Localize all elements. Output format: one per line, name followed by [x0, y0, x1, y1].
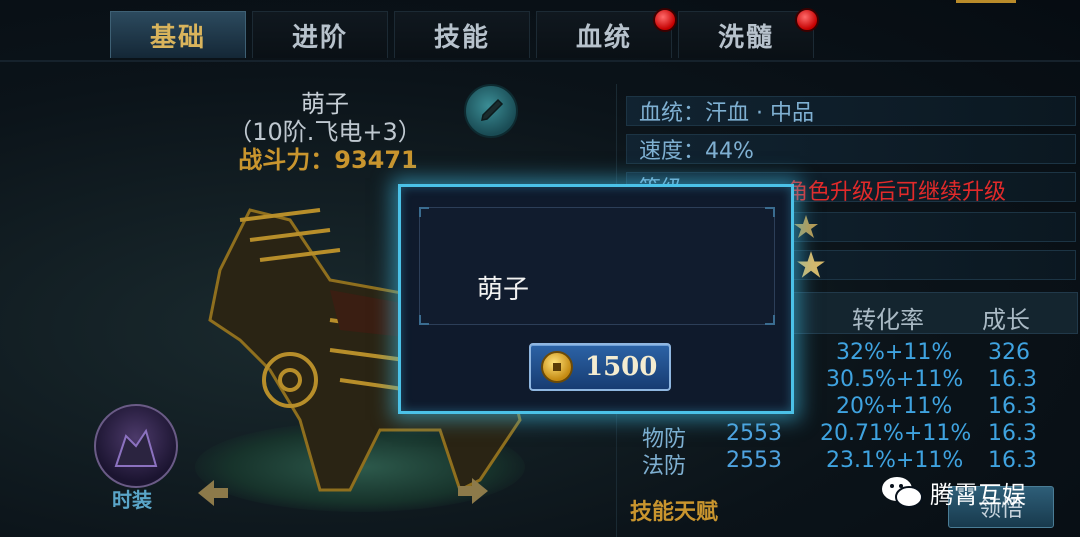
coin-icon — [541, 351, 573, 383]
confirm-rename-button[interactable]: 1500 — [529, 343, 671, 391]
mount-name-input[interactable] — [419, 207, 775, 325]
rename-dialog: 1500 — [398, 184, 794, 414]
rename-cost: 1500 — [585, 352, 658, 382]
